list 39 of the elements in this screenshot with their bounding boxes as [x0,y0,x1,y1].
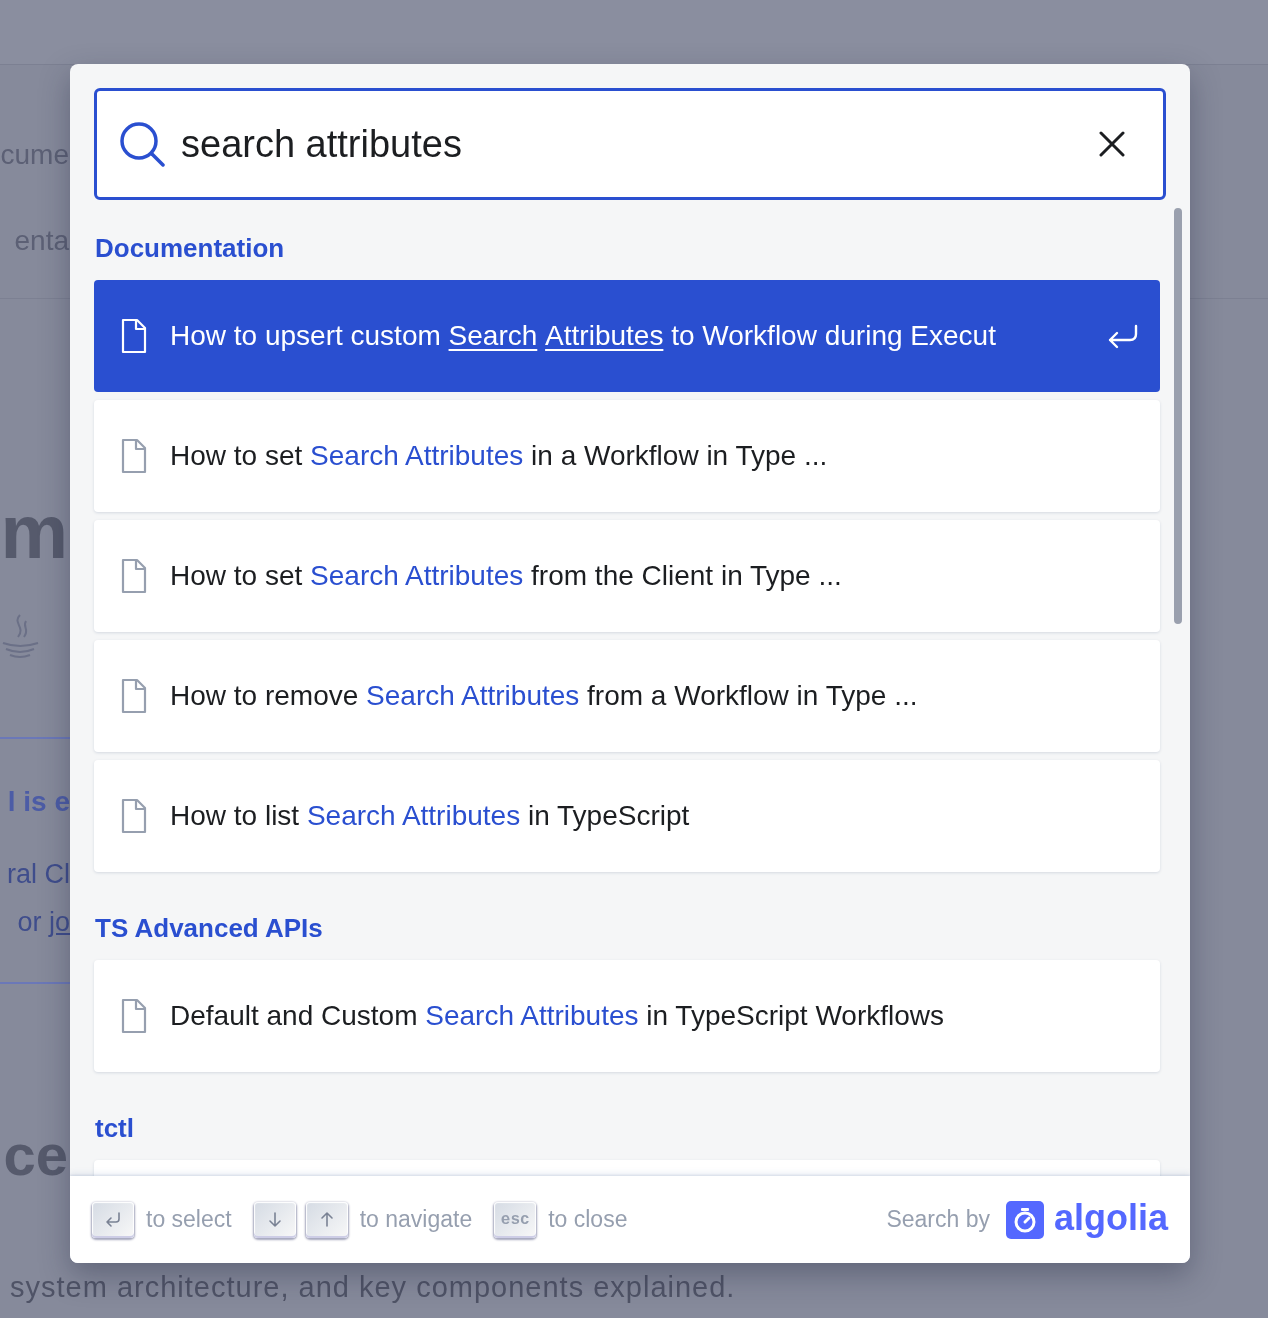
hint-text: to navigate [359,1205,473,1235]
search-by-text: Search by [886,1205,990,1235]
enter-icon [1106,322,1140,350]
body-text: or jo [17,906,70,938]
document-icon [120,998,148,1034]
result-title: How to remove Search Attributes from a Workflow in Type ... [170,679,919,713]
document-icon [120,678,148,714]
close-icon[interactable] [1099,131,1125,157]
result-title: Default and Custom Search Attributes in TypeScript Workflows [170,999,945,1033]
search-result[interactable]: Default and Custom Search Attributes in TypeScript Workflows [94,960,1160,1072]
result-title: How to list Search Attributes in TypeScript [170,799,691,833]
section-heading: TS Advanced APIs [94,912,324,944]
search-field[interactable]: search attributes [94,88,1166,200]
search-result[interactable]: How to upsert custom Search Attributes to Workflow during Execut [94,280,1160,392]
arrow-up-icon [318,1211,335,1228]
document-icon [120,438,148,474]
stopwatch-icon [1005,1200,1044,1239]
enter-icon [104,1211,122,1228]
search-result[interactable]: How to set Search Attributes from the Client in Type ... [94,520,1160,632]
search-icon [119,121,165,167]
result-title: How to set Search Attributes from the Client in Type ... [170,559,843,593]
search-input[interactable]: search attributes [181,115,1083,173]
arrow-down-icon [266,1211,283,1228]
search-result[interactable]: How to remove Search Attributes from a Workflow in Type ... [94,640,1160,752]
search-result[interactable]: How to list Search Attributes in TypeScript [94,760,1160,872]
hint-text: to select [146,1205,232,1235]
algolia-logo[interactable]: algolia [1005,1198,1168,1241]
document-icon [120,318,148,354]
document-icon [120,558,148,594]
section-heading: tctl [94,1112,135,1144]
result-title: How to upsert custom Search Attributes to Workflow during Execut [170,319,997,353]
result-title: How to set Search Attributes in a Workflow in Type ... [170,439,829,473]
document-icon [120,798,148,834]
scrollbar-thumb[interactable] [1172,206,1184,626]
body-text: ral Cl [7,858,70,890]
hint-text: to close [548,1205,628,1235]
section-heading: Documentation [94,232,286,264]
search-result[interactable]: How to set Search Attributes in a Workflow in Type ... [94,400,1160,512]
key-cap: esc [494,1201,537,1238]
